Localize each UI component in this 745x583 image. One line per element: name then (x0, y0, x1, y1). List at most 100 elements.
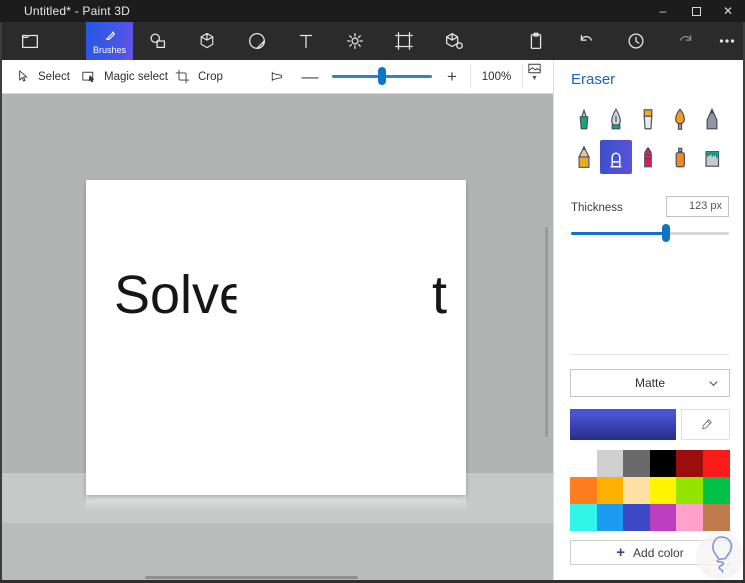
palette-color-13[interactable] (597, 504, 624, 531)
main-toolbar: Brushes (0, 22, 745, 60)
thickness-label: Thickness (571, 202, 623, 214)
brush-fill[interactable] (696, 140, 728, 174)
select-button[interactable]: Select (14, 60, 70, 93)
palette-color-0[interactable] (570, 450, 597, 477)
paste-icon (525, 30, 547, 52)
2d-shapes-icon (147, 30, 169, 52)
redo-button[interactable] (668, 23, 704, 59)
select-cursor-icon (14, 68, 31, 85)
material-dropdown[interactable]: Matte (570, 369, 730, 397)
zoom-in-button[interactable]: + (442, 60, 462, 93)
tab-brushes-label: Brushes (93, 45, 126, 55)
tab-2d-shapes[interactable] (140, 23, 176, 59)
undo-button[interactable] (568, 23, 604, 59)
tab-3d-shapes[interactable] (189, 23, 225, 59)
horizontal-scrollbar[interactable] (145, 576, 358, 579)
add-color-label: Add color (633, 546, 684, 560)
select-label: Select (38, 71, 70, 83)
tab-canvas[interactable] (386, 23, 422, 59)
brush-calligraphy-pen[interactable] (600, 102, 632, 136)
thickness-slider-handle[interactable] (662, 224, 670, 242)
crop-icon (174, 68, 191, 85)
watercolor-icon (667, 106, 693, 132)
zoom-slider-handle[interactable] (378, 67, 386, 85)
more-icon (716, 30, 738, 52)
drawing-canvas[interactable]: Solve t (86, 180, 466, 495)
minimize-button[interactable]: – (647, 0, 679, 22)
palette-color-11[interactable] (703, 477, 730, 504)
tab-effects[interactable] (337, 23, 373, 59)
window-border-left (0, 22, 2, 583)
palette-color-6[interactable] (570, 477, 597, 504)
brush-watercolor[interactable] (664, 102, 696, 136)
palette-color-4[interactable] (676, 450, 703, 477)
palette-color-16[interactable] (676, 504, 703, 531)
history-button[interactable] (618, 23, 654, 59)
calligraphy-pen-icon (603, 106, 629, 132)
crop-button[interactable]: Crop (174, 60, 223, 93)
palette-color-10[interactable] (676, 477, 703, 504)
more-options-button[interactable] (709, 23, 745, 59)
palette-color-5[interactable] (703, 450, 730, 477)
eyedropper-button[interactable] (681, 409, 730, 440)
view-image-button[interactable]: ▼ (526, 60, 543, 93)
zoom-level-value[interactable]: 100% (471, 60, 522, 93)
solvetic-bulb-watermark (694, 530, 745, 583)
menu-icon (19, 30, 41, 52)
palette-color-14[interactable] (623, 504, 650, 531)
palette-color-7[interactable] (597, 477, 624, 504)
material-value: Matte (635, 376, 665, 390)
tab-3d-library[interactable] (436, 23, 472, 59)
paint3d-window: Untitled* - Paint 3D – ✕ Brushes (0, 0, 745, 583)
sub-toolbar: Select Magic select Crop — + 100% ▼ (0, 60, 553, 94)
marker-icon (571, 106, 597, 132)
palette-color-17[interactable] (703, 504, 730, 531)
perspective-toggle-button[interactable] (268, 60, 285, 93)
palette-color-9[interactable] (650, 477, 677, 504)
perspective-icon (268, 68, 285, 85)
pixel-pen-icon (699, 106, 725, 132)
current-color-swatch[interactable] (570, 409, 676, 440)
palette-color-15[interactable] (650, 504, 677, 531)
thickness-slider[interactable] (571, 232, 729, 235)
panel-title: Eraser (571, 71, 615, 88)
stickers-icon (246, 30, 268, 52)
oil-brush-icon (635, 106, 661, 132)
vertical-scrollbar[interactable] (545, 227, 548, 437)
magic-select-button[interactable]: Magic select (80, 60, 168, 93)
palette-color-12[interactable] (570, 504, 597, 531)
effects-icon (344, 30, 366, 52)
3d-shapes-icon (196, 30, 218, 52)
magic-select-icon (80, 68, 97, 85)
tab-brushes[interactable]: Brushes (86, 22, 133, 60)
palette-color-1[interactable] (597, 450, 624, 477)
canvas-reflection (86, 495, 466, 511)
brush-marker[interactable] (568, 102, 600, 136)
brush-eraser[interactable] (600, 140, 632, 174)
thickness-slider-fill (571, 232, 666, 235)
pencil-icon (571, 144, 597, 170)
brush-spray-can[interactable] (664, 140, 696, 174)
fill-bucket-icon (699, 144, 725, 170)
palette-color-3[interactable] (650, 450, 677, 477)
palette-color-8[interactable] (623, 477, 650, 504)
tab-stickers[interactable] (239, 23, 275, 59)
brush-oil-brush[interactable] (632, 102, 664, 136)
zoom-slider[interactable] (332, 75, 432, 78)
plus-icon: + (616, 545, 625, 560)
brush-pencil[interactable] (568, 140, 600, 174)
crayon-icon (635, 144, 661, 170)
close-button[interactable]: ✕ (712, 0, 744, 22)
palette-color-2[interactable] (623, 450, 650, 477)
magic-select-label: Magic select (104, 71, 168, 83)
paste-button[interactable] (518, 23, 554, 59)
3d-library-icon (443, 30, 465, 52)
menu-button[interactable] (12, 23, 48, 59)
zoom-out-button[interactable]: — (300, 60, 320, 93)
thickness-input[interactable]: 123 px (666, 196, 729, 217)
brush-pixel-pen[interactable] (696, 102, 728, 136)
divider (571, 354, 729, 355)
brush-crayon[interactable] (632, 140, 664, 174)
tab-text[interactable] (288, 23, 324, 59)
maximize-button[interactable] (680, 0, 712, 22)
